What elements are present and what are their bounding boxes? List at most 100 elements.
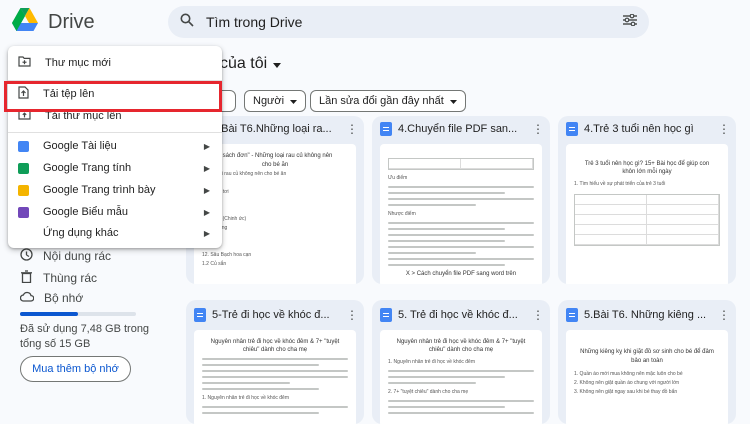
buy-storage-button[interactable]: Mua thêm bộ nhớ	[20, 356, 131, 382]
menu-item-label: Google Biểu mẫu	[43, 206, 128, 218]
menu-item-google-slides[interactable]: Google Trang trình bày ▶	[8, 179, 222, 201]
more-options-icon[interactable]: ⋮	[532, 123, 544, 135]
sidebar-item-label: Nội dung rác	[43, 249, 112, 263]
filter-chip-label: Người	[253, 95, 285, 107]
thumb-text: khôn lớn mỗi ngày	[622, 169, 672, 175]
filter-chip-modified[interactable]: Lần sửa đổi gần đây nhất	[310, 90, 466, 112]
file-title: 5. Trẻ đi học về khóc đ...	[398, 309, 518, 321]
thumb-text: rau	[202, 179, 348, 188]
trash-icon	[20, 270, 33, 286]
sidebar-item-label: Thùng rác	[43, 271, 98, 285]
chevron-right-icon: ▶	[203, 185, 210, 195]
sidebar-item-label: Bộ nhớ	[44, 291, 84, 305]
file-title: 4.Chuyển file PDF san...	[398, 123, 518, 135]
google-docs-icon	[380, 308, 392, 322]
chevron-right-icon: ▶	[203, 141, 210, 151]
thumb-text: 1. Tìm hiểu về sự phát triển của trẻ 3 t…	[574, 181, 666, 187]
file-card[interactable]: 5. Trẻ đi học về khóc đ... ⋮ Nguyên nhân…	[372, 300, 550, 424]
menu-item-new-folder[interactable]: Thư mục mới	[8, 52, 222, 74]
google-drive-icon	[12, 8, 38, 36]
more-options-icon[interactable]: ⋮	[346, 309, 358, 321]
menu-item-more-apps[interactable]: Ứng dụng khác ▶	[8, 222, 222, 244]
storage-progress-fill	[20, 312, 78, 316]
thumb-text: 12. Sâu Bạch hoa cạn	[202, 252, 252, 258]
menu-item-label: Google Tài liệu	[43, 140, 117, 152]
file-title: 5.Bài T6. Những kiêng ...	[584, 309, 707, 321]
search-icon[interactable]	[180, 13, 194, 32]
clock-icon	[20, 248, 33, 264]
thumb-text: iểu đắng (Chinh ức)	[202, 216, 247, 222]
thumb-text: 3. Không nên giặt ngay sau khi bé thay đ…	[574, 389, 678, 395]
file-card[interactable]: 4.Trẻ 3 tuổi nên học gì ⋮ Trẻ 3 tuổi nên…	[558, 116, 736, 284]
thumb-text: bảo an toàn	[631, 358, 663, 364]
menu-item-label: Google Trang tính	[43, 162, 132, 174]
thumb-table	[574, 194, 720, 246]
page-title-text: của tôi	[220, 55, 268, 72]
thumb-text: 1. Quần áo mới mua không nên mặc luôn ch…	[574, 371, 683, 377]
thumb-text: i khoai lang	[202, 225, 228, 231]
google-docs-icon	[566, 308, 578, 322]
more-options-icon[interactable]: ⋮	[718, 123, 730, 135]
google-sheets-icon	[18, 162, 29, 174]
menu-item-label: Ứng dụng khác	[43, 227, 119, 239]
thumb-text: cho bé ăn	[261, 162, 289, 168]
thumb-table	[388, 158, 534, 170]
thumb-text: au mồng tơi	[202, 189, 229, 195]
thumb-text: Những kiêng kỵ khi giặt đồ sơ sinh cho b…	[580, 349, 714, 355]
thumb-text: Ưu điểm	[388, 175, 408, 181]
storage-usage-text: Đã sử dụng 7,48 GB trong tổng số 15 GB	[20, 323, 150, 350]
file-card[interactable]: 4.Chuyển file PDF san... ⋮ Ưu điểm Nhược…	[372, 116, 550, 284]
file-card[interactable]: 5.Bài T6. Những kiêng ... ⋮ Những kiêng …	[558, 300, 736, 424]
menu-item-label: Thư mục mới	[45, 57, 111, 69]
file-thumbnail: Những kiêng kỵ khi giặt đồ sơ sinh cho b…	[566, 330, 728, 424]
search-bar[interactable]: Tìm trong Drive	[168, 6, 649, 38]
sidebar-item-storage[interactable]: Bộ nhớ	[19, 291, 84, 305]
file-title: 5-Trẻ đi học về khóc đ...	[212, 309, 330, 321]
drive-logo[interactable]: Drive	[12, 8, 95, 36]
thumb-text: au dền	[202, 197, 348, 206]
thumb-text: 1. Nguyên nhân trẻ đi học về khóc đêm	[202, 395, 289, 401]
thumb-text: X > Cách chuyển file PDF sang word trên	[405, 271, 517, 277]
sidebar-item-trash[interactable]: Thùng rác	[20, 270, 97, 286]
thumb-text: Trẻ 3 tuổi nên học gì? 15+ Bài học để gi…	[584, 161, 710, 167]
file-title: 4.Bài T6.Những loại ra...	[212, 123, 332, 135]
thumb-text: h sách đơn" - Những loại rau củ không nê…	[217, 153, 333, 159]
google-docs-icon	[380, 122, 392, 136]
new-item-menu: Thư mục mới Tải tệp lên Tải thư mục lên …	[8, 46, 222, 248]
google-docs-icon	[18, 140, 29, 152]
thumb-text: 2. Không nên giặt quần áo chung với ngườ…	[574, 380, 680, 386]
cloud-icon	[19, 291, 35, 305]
more-options-icon[interactable]: ⋮	[532, 309, 544, 321]
search-options-icon[interactable]	[623, 13, 637, 31]
chevron-right-icon: ▶	[203, 228, 210, 238]
menu-item-google-forms[interactable]: Google Biểu mẫu ▶	[8, 201, 222, 223]
thumb-text: chiêu" dành cho cha mẹ	[242, 347, 308, 353]
filter-chip-people[interactable]: Người	[244, 90, 307, 112]
filter-chip-label: Lần sửa đổi gần đây nhất	[319, 95, 444, 107]
caret-down-icon	[273, 55, 282, 73]
file-thumbnail: Ưu điểm Nhược điểm X > Cách chuyển file …	[380, 144, 542, 284]
caret-down-icon	[290, 95, 298, 107]
thumb-text: Nhược điểm	[388, 211, 416, 217]
thumb-text: 1. Nguyên nhân trẻ đi học về khóc đêm	[388, 359, 475, 365]
file-card[interactable]: 5-Trẻ đi học về khóc đ... ⋮ Nguyên nhân …	[186, 300, 364, 424]
thumb-text: hững loại rau củ không nên cho bé ăn	[202, 171, 287, 177]
google-docs-icon	[194, 308, 206, 322]
thumb-text: Nguyên nhân trẻ đi học về khóc đêm & 7+ …	[210, 339, 340, 345]
storage-progress-bar	[20, 312, 136, 316]
thumb-text: Rau giả	[202, 242, 348, 251]
more-options-icon[interactable]: ⋮	[718, 309, 730, 321]
new-folder-icon	[18, 56, 31, 70]
search-input[interactable]: Tìm trong Drive	[206, 14, 623, 30]
menu-item-google-docs[interactable]: Google Tài liệu ▶	[8, 135, 222, 157]
thumb-text: Nguyên nhân trẻ đi học về khóc đêm & 7+ …	[396, 339, 526, 345]
app-name: Drive	[48, 10, 95, 33]
file-thumbnail: Nguyên nhân trẻ đi học về khóc đêm & 7+ …	[380, 330, 542, 424]
more-options-icon[interactable]: ⋮	[346, 123, 358, 135]
menu-item-google-sheets[interactable]: Google Trang tính ▶	[8, 157, 222, 179]
google-forms-icon	[18, 206, 29, 218]
google-docs-icon	[566, 122, 578, 136]
page-title[interactable]: của tôi	[220, 55, 282, 73]
thumb-text: 2. 7+ "tuyệt chiêu" dành cho cha mẹ	[388, 389, 469, 395]
sidebar-item-spam[interactable]: Nội dung rác	[20, 248, 111, 264]
